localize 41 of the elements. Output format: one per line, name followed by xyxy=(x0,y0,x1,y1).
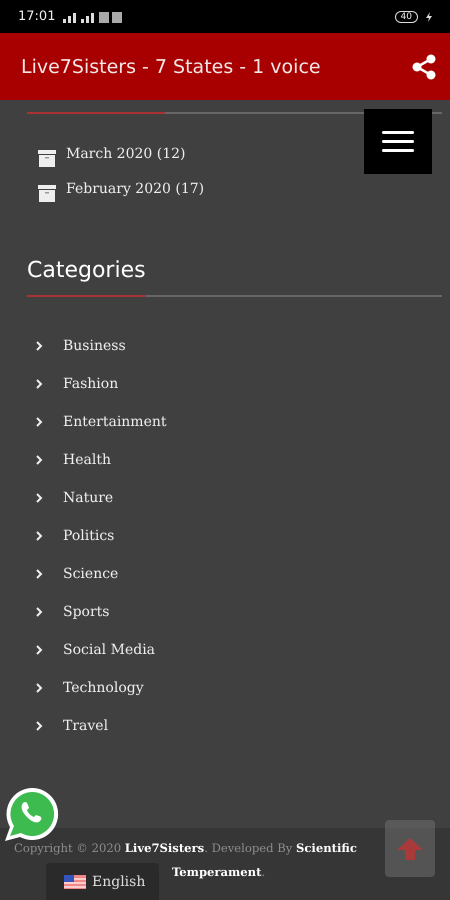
chevron-right-icon xyxy=(36,645,43,655)
category-link[interactable]: Travel xyxy=(63,718,108,734)
charging-icon xyxy=(426,12,432,22)
archive-link[interactable]: February 2020 (17) xyxy=(66,181,204,197)
chevron-right-icon xyxy=(36,455,43,465)
category-link[interactable]: Fashion xyxy=(63,376,118,392)
chevron-right-icon xyxy=(36,417,43,427)
category-link[interactable]: Science xyxy=(63,566,118,582)
category-link[interactable]: Social Media xyxy=(63,642,156,658)
phone-bubble-icon xyxy=(3,786,61,842)
section-heading: Categories xyxy=(27,258,147,283)
category-link[interactable]: Nature xyxy=(63,490,114,506)
flag-icon xyxy=(64,874,86,888)
chevron-right-icon xyxy=(36,607,43,617)
category-link[interactable]: Entertainment xyxy=(63,414,167,430)
chevron-right-icon xyxy=(36,683,43,693)
signal-icon xyxy=(63,10,124,22)
category-link[interactable]: Technology xyxy=(63,680,144,696)
menu-icon xyxy=(382,130,414,152)
battery-indicator: 40 xyxy=(394,10,418,22)
chevron-right-icon xyxy=(36,379,43,389)
archive-icon xyxy=(38,185,56,202)
chevron-right-icon xyxy=(36,721,43,731)
category-link[interactable]: Politics xyxy=(63,528,114,544)
status-time: 17:01 xyxy=(18,9,56,24)
app-title: Live7Sisters - 7 States - 1 voice xyxy=(21,56,322,78)
archive-icon xyxy=(38,150,56,167)
copyright-text: Temperament. xyxy=(172,864,266,880)
share-icon[interactable] xyxy=(412,54,436,80)
chevron-right-icon xyxy=(36,531,43,541)
category-link[interactable]: Business xyxy=(63,338,126,354)
category-link[interactable]: Sports xyxy=(63,604,110,620)
copyright-text: Copyright © 2020 Live7Sisters. Developed By Scientific xyxy=(14,840,357,856)
category-link[interactable]: Health xyxy=(63,452,111,468)
chevron-right-icon xyxy=(36,493,43,503)
chevron-right-icon xyxy=(36,341,43,351)
arrow-up-icon xyxy=(397,838,423,860)
language-selector[interactable]: English xyxy=(46,863,159,900)
archive-link[interactable]: March 2020 (12) xyxy=(66,146,186,162)
chevron-right-icon xyxy=(36,569,43,579)
menu-button[interactable] xyxy=(364,109,432,174)
